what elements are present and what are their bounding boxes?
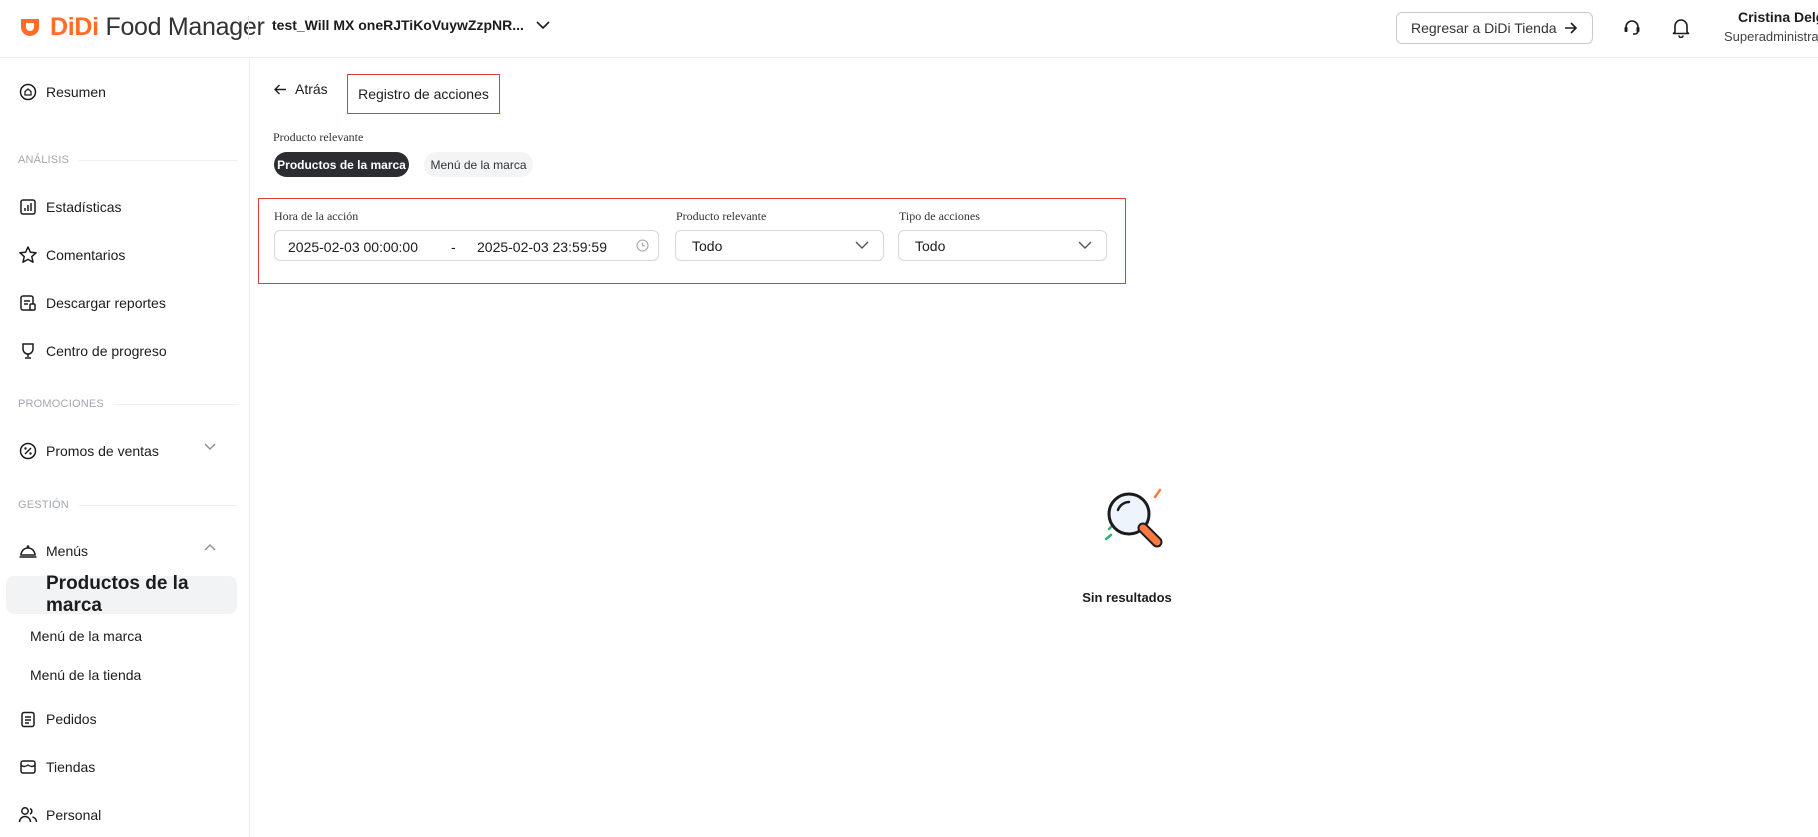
- tab-menu-marca[interactable]: Menú de la marca: [424, 152, 533, 177]
- support-headset-icon[interactable]: [1619, 15, 1645, 41]
- relevant-product-label: Producto relevante: [273, 130, 364, 144]
- date-start: 2025-02-03 00:00:00: [288, 239, 418, 255]
- clipboard-icon: [18, 709, 38, 729]
- sidebar: Resumen ANÁLISIS Estadísticas Comentario…: [0, 59, 250, 837]
- date-end: 2025-02-03 23:59:59: [477, 239, 607, 255]
- sidebar-item-estadisticas[interactable]: Estadísticas: [0, 189, 240, 225]
- top-header: DiDi Food Manager test_Will MX oneRJTiKo…: [0, 0, 1818, 58]
- logo-suffix: Food Manager: [105, 12, 265, 41]
- users-icon: [18, 805, 38, 825]
- chevron-down-icon: [855, 241, 869, 249]
- date-separator: -: [451, 239, 456, 255]
- store-name: test_Will MX oneRJTiKoVuywZzpNR...: [272, 17, 524, 33]
- star-icon: [18, 245, 38, 265]
- product-filter-label: Producto relevante: [676, 209, 767, 223]
- store-selector[interactable]: test_Will MX oneRJTiKoVuywZzpNR...: [272, 17, 550, 33]
- sidebar-item-tiendas[interactable]: Tiendas: [0, 749, 240, 785]
- sidebar-subitem-menu-tienda[interactable]: Menú de la tienda: [30, 667, 141, 683]
- sidebar-item-label: Tiendas: [46, 759, 96, 775]
- date-range-picker[interactable]: 2025-02-03 00:00:00 - 2025-02-03 23:59:5…: [274, 230, 659, 261]
- sidebar-subitem-menu-marca[interactable]: Menú de la marca: [30, 628, 142, 644]
- chevron-up-icon: [204, 544, 216, 551]
- action-type-label: Tipo de acciones: [899, 209, 980, 223]
- chart-icon: [18, 197, 38, 217]
- empty-state-text: Sin resultados: [1082, 590, 1172, 605]
- action-type-select-value: Todo: [915, 237, 946, 254]
- back-to-store-button[interactable]: Regresar a DiDi Tienda: [1396, 12, 1593, 44]
- user-role: Superadministra: [1724, 29, 1818, 44]
- back-button[interactable]: Atrás: [274, 81, 328, 97]
- section-label-gestion: GESTIÓN: [18, 499, 238, 511]
- sidebar-item-descargar-reportes[interactable]: Descargar reportes: [0, 285, 240, 321]
- arrow-right-icon: [1564, 22, 1577, 34]
- sidebar-item-personal[interactable]: Personal: [0, 797, 240, 833]
- sidebar-item-comentarios[interactable]: Comentarios: [0, 237, 240, 273]
- tab-productos-marca[interactable]: Productos de la marca: [274, 152, 409, 177]
- bell-icon[interactable]: [1668, 15, 1694, 41]
- sidebar-item-label: Menús: [46, 543, 89, 559]
- action-time-label: Hora de la acción: [274, 209, 359, 223]
- product-select[interactable]: Todo: [675, 230, 884, 261]
- sidebar-item-resumen[interactable]: Resumen: [0, 74, 240, 110]
- sidebar-item-pedidos[interactable]: Pedidos: [0, 701, 240, 737]
- arrow-left-icon: [274, 84, 286, 94]
- home-icon: [18, 82, 38, 102]
- magnifier-icon: [1104, 488, 1163, 548]
- sidebar-item-label: Estadísticas: [46, 199, 122, 215]
- back-label: Atrás: [295, 81, 328, 97]
- report-icon: [18, 293, 38, 313]
- chevron-down-icon: [1078, 241, 1092, 249]
- sidebar-item-label: Resumen: [46, 84, 106, 100]
- trophy-icon: [18, 341, 38, 361]
- user-profile[interactable]: Cristina Delg Superadministra: [1724, 9, 1818, 44]
- discount-icon: [18, 441, 38, 461]
- chevron-down-icon: [204, 443, 216, 450]
- chevron-down-icon: [536, 20, 550, 29]
- sidebar-item-label: Promos de ventas: [46, 443, 159, 459]
- sidebar-item-label: Pedidos: [46, 711, 97, 727]
- user-name: Cristina Delg: [1738, 9, 1818, 25]
- sidebar-item-centro-progreso[interactable]: Centro de progreso: [0, 333, 240, 369]
- sidebar-item-menus[interactable]: Menús: [0, 533, 240, 569]
- didi-food-logo[interactable]: DiDi Food Manager: [18, 12, 265, 42]
- cloche-icon: [18, 541, 38, 561]
- logo-prefix: DiDi: [50, 12, 99, 41]
- clock-icon: [636, 239, 649, 252]
- section-label-promociones: PROMOCIONES: [18, 398, 238, 410]
- sidebar-item-promos-ventas[interactable]: Promos de ventas: [0, 433, 240, 469]
- sidebar-item-label: Personal: [46, 807, 102, 823]
- back-to-store-label: Regresar a DiDi Tienda: [1411, 20, 1557, 36]
- header-divider: [248, 16, 249, 40]
- page-title: Registro de acciones: [347, 74, 500, 114]
- store-icon: [18, 757, 38, 777]
- empty-state: [1030, 480, 1230, 560]
- sidebar-item-label: Comentarios: [46, 247, 126, 263]
- action-type-select[interactable]: Todo: [898, 230, 1107, 261]
- sidebar-item-label: Centro de progreso: [46, 343, 167, 359]
- section-label-analisis: ANÁLISIS: [18, 154, 238, 166]
- product-select-value: Todo: [692, 237, 723, 254]
- sidebar-item-label: Descargar reportes: [46, 295, 166, 311]
- sidebar-subitem-productos-marca[interactable]: Productos de la marca: [6, 573, 237, 616]
- didi-logo-icon: [21, 19, 39, 36]
